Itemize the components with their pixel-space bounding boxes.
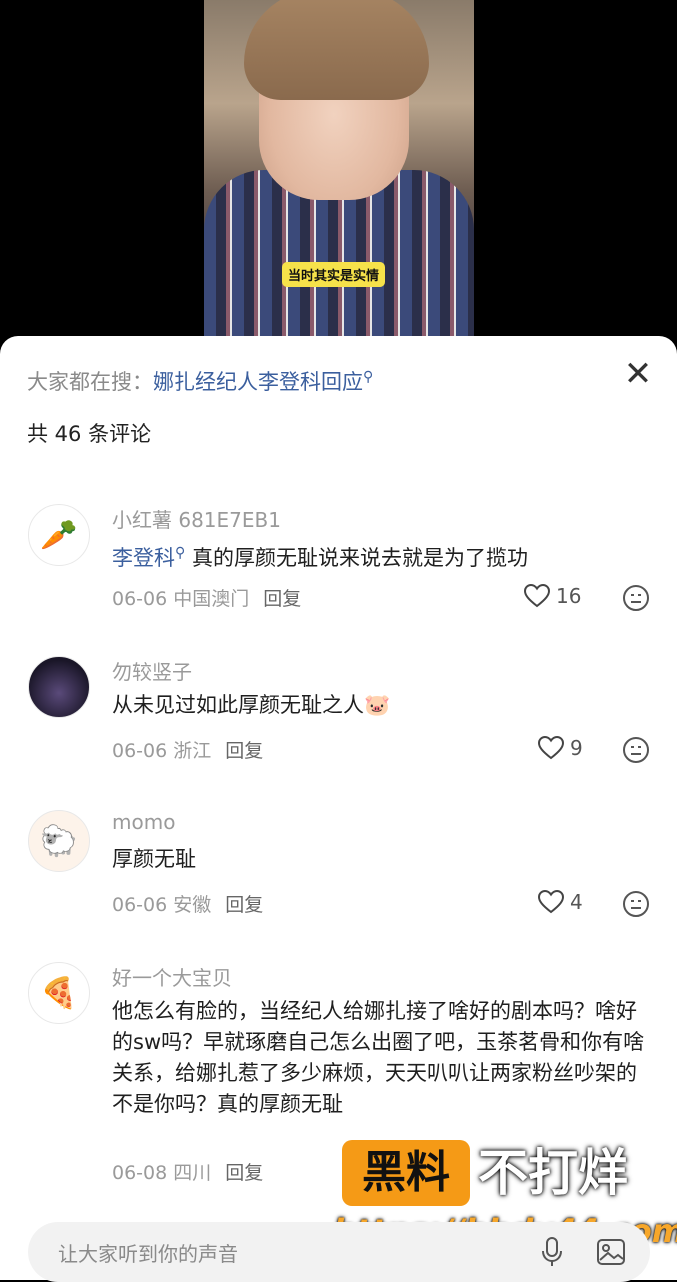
avatar[interactable]: 🐑 xyxy=(28,810,90,872)
comment-body: 真的厚颜无耻说来说去就是为了揽功 xyxy=(191,546,528,570)
avatar[interactable]: 🥕 xyxy=(28,504,90,566)
watermark-badge: 黑料 xyxy=(342,1140,470,1206)
input-placeholder: 让大家听到你的声音 xyxy=(58,1242,238,1266)
comment-input[interactable]: 让大家听到你的声音 xyxy=(28,1222,650,1282)
search-suggestion[interactable]: 大家都在搜：娜扎经纪人李登科回应⚲ xyxy=(27,366,373,396)
comment-username[interactable]: 小红薯 681E7EB1 xyxy=(112,504,281,533)
search-link[interactable]: 娜扎经纪人李登科回应 xyxy=(153,370,363,394)
avatar[interactable] xyxy=(28,656,90,718)
like-button[interactable]: 9 xyxy=(538,736,583,760)
video-player[interactable]: 当时其实是实情 xyxy=(0,0,677,345)
heart-icon xyxy=(538,736,564,760)
heart-icon xyxy=(524,584,550,608)
comment-text: 从未见过如此厚颜无耻之人🐷 xyxy=(112,693,391,717)
comment-text: 厚颜无耻 xyxy=(112,847,196,871)
reply-button[interactable]: 回复 xyxy=(225,1162,263,1184)
like-button[interactable]: 4 xyxy=(538,890,583,914)
watermark-text: 不打烊 xyxy=(478,1144,628,1202)
comment-meta: 06-08 四川 回复 xyxy=(112,1158,263,1185)
mention-link[interactable]: 李登科 xyxy=(112,546,175,570)
like-count: 9 xyxy=(570,736,583,760)
comment-text: 李登科⚲ 真的厚颜无耻说来说去就是为了揽功 xyxy=(112,538,652,574)
reply-button[interactable]: 回复 xyxy=(225,894,263,916)
like-count: 4 xyxy=(570,890,583,914)
microphone-icon[interactable] xyxy=(540,1236,564,1268)
comment-date-location: 06-06 安徽 xyxy=(112,894,212,916)
comment-meta: 06-06 浙江 回复 xyxy=(112,736,263,763)
comment-meta: 06-06 中国澳门 回复 xyxy=(112,584,301,611)
heart-icon xyxy=(538,890,564,914)
comment-date-location: 06-08 四川 xyxy=(112,1162,212,1184)
comment-username[interactable]: 好一个大宝贝 xyxy=(112,962,232,991)
comment-username[interactable]: momo xyxy=(112,810,175,834)
search-prefix: 大家都在搜： xyxy=(27,370,153,394)
comment-count: 共 46 条评论 xyxy=(27,422,152,446)
search-icon: ⚲ xyxy=(175,545,186,561)
search-icon: ⚲ xyxy=(363,369,374,385)
comment-text: 他怎么有脸的，当经纪人给娜扎接了啥好的剧本吗？啥好的sw吗？早就琢磨自己怎么出圈… xyxy=(112,999,645,1116)
emoji-icon[interactable] xyxy=(622,736,650,764)
comment-date-location: 06-06 中国澳门 xyxy=(112,588,250,610)
video-caption: 当时其实是实情 xyxy=(282,262,386,287)
reply-button[interactable]: 回复 xyxy=(263,588,301,610)
avatar[interactable]: 🍕 xyxy=(28,962,90,1024)
emoji-icon[interactable] xyxy=(622,584,650,612)
like-count: 16 xyxy=(556,584,582,608)
reply-button[interactable]: 回复 xyxy=(225,740,263,762)
close-button[interactable]: ✕ xyxy=(620,356,656,392)
comment-meta: 06-06 安徽 回复 xyxy=(112,890,263,917)
emoji-icon[interactable] xyxy=(622,890,650,918)
comment-sheet: 大家都在搜：娜扎经纪人李登科回应⚲ ✕ 共 46 条评论 🥕 小红薯 681E7… xyxy=(0,336,677,1280)
comment-username[interactable]: 勿较竖子 xyxy=(112,656,192,685)
like-button[interactable]: 16 xyxy=(524,584,581,608)
video-frame xyxy=(204,0,474,345)
video-figure-hair xyxy=(244,0,429,100)
image-icon[interactable] xyxy=(596,1238,626,1266)
comment-date-location: 06-06 浙江 xyxy=(112,740,212,762)
